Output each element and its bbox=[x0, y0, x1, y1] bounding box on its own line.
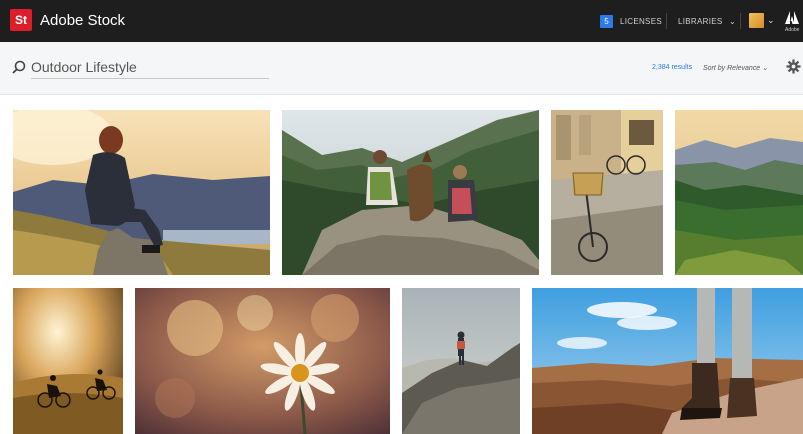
search-bar-row: 2,384 results Sort by Relevance ⌄ bbox=[0, 42, 803, 95]
libraries-menu[interactable]: LIBRARIES ⌄ bbox=[678, 17, 736, 26]
image-tile-daisy-flower-closeup[interactable] bbox=[135, 288, 390, 434]
user-avatar[interactable] bbox=[749, 13, 764, 28]
image-tile-hiking-boots-legs-canyon[interactable] bbox=[532, 288, 803, 434]
image-tile-cyclists-sunset-field[interactable] bbox=[13, 288, 123, 434]
top-bar: St Adobe Stock 5 LICENSES LIBRARIES ⌄ ⌄ … bbox=[0, 0, 803, 42]
search-input[interactable] bbox=[31, 56, 269, 79]
licenses-link[interactable]: LICENSES bbox=[620, 17, 662, 26]
license-count-badge[interactable]: 5 bbox=[600, 15, 613, 28]
search-icon[interactable] bbox=[12, 60, 26, 74]
image-tile-hikers-with-dog-on-rock[interactable] bbox=[282, 110, 539, 275]
divider bbox=[740, 13, 741, 29]
gear-icon[interactable] bbox=[786, 59, 801, 74]
adobe-stock-logo[interactable]: St bbox=[10, 9, 32, 31]
sort-dropdown[interactable]: Sort by Relevance ⌄ bbox=[703, 64, 768, 72]
image-tile-hiker-on-rock-summit[interactable] bbox=[402, 288, 520, 434]
image-tile-woman-sitting-on-hill-sunset[interactable] bbox=[13, 110, 270, 275]
chevron-down-icon: ⌄ bbox=[729, 17, 737, 26]
results-count: 2,384 results bbox=[652, 64, 693, 71]
app-title[interactable]: Adobe Stock bbox=[40, 12, 125, 29]
divider bbox=[666, 13, 667, 29]
image-tile-mountain-valley-forest[interactable] bbox=[675, 110, 803, 275]
libraries-label: LIBRARIES bbox=[678, 17, 723, 26]
adobe-logo-icon[interactable] bbox=[785, 11, 799, 24]
chevron-down-icon[interactable]: ⌄ bbox=[767, 15, 775, 26]
image-tile-bicycle-with-basket-alley[interactable] bbox=[551, 110, 663, 275]
adobe-label: Adobe bbox=[785, 27, 800, 33]
